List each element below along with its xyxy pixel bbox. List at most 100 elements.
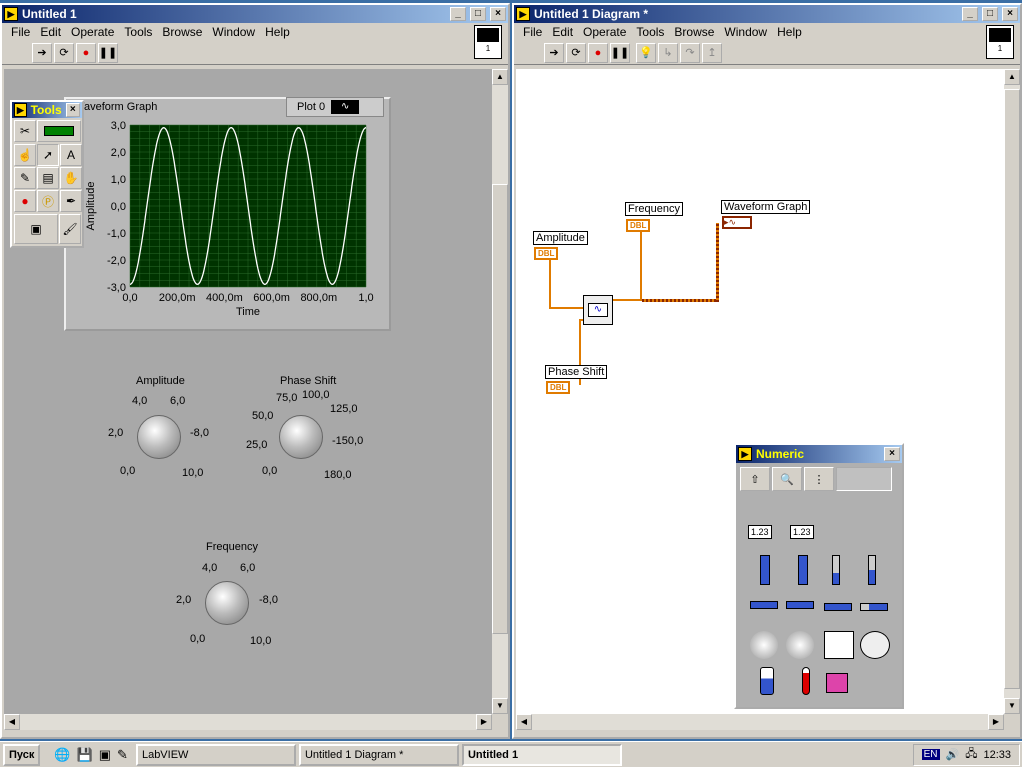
numeric-indicator-icon[interactable]: 1.23 [790, 525, 814, 539]
vertical-slide-icon[interactable] [760, 555, 770, 585]
pause-icon[interactable]: ❚❚ [98, 42, 118, 63]
amplitude-dbl-terminal[interactable]: DBL [534, 247, 559, 260]
options-icon[interactable]: ⋮ [804, 467, 834, 491]
amplitude-knob[interactable] [137, 415, 181, 459]
scroll-down-button[interactable]: ▼ [1004, 698, 1020, 714]
scroll-right-button[interactable]: ▶ [988, 714, 1004, 730]
thermometer-icon[interactable] [802, 667, 810, 695]
scroll-thumb[interactable] [492, 184, 508, 634]
step-out-icon[interactable]: ↥ [702, 42, 722, 63]
menu-operate[interactable]: Operate [578, 25, 631, 39]
diagram-vscrollbar[interactable]: ▲ ▼ [1004, 69, 1020, 714]
auto-select-indicator-icon[interactable] [37, 120, 81, 142]
task-labview[interactable]: LabVIEW [135, 743, 296, 766]
amplitude-node-label[interactable]: Amplitude [533, 231, 588, 245]
horizontal-slide-icon[interactable] [750, 601, 778, 609]
object-popup-icon[interactable]: ▤ [37, 167, 59, 189]
waveform-graph[interactable]: Waveform Graph Plot 0 ∿ 3,0 2,0 1,0 0,0 -1,0… [64, 97, 391, 331]
menu-window[interactable]: Window [719, 25, 772, 39]
diagram-hscrollbar[interactable]: ◀ ▶ [516, 714, 1004, 730]
numeric-titlebar[interactable]: ▶ Numeric × [736, 445, 902, 463]
pause-icon[interactable]: ❚❚ [610, 42, 630, 63]
scroll-right-button[interactable]: ▶ [476, 714, 492, 730]
menu-help[interactable]: Help [260, 25, 295, 39]
vertical-fill-slide-icon[interactable] [832, 555, 840, 585]
tank-icon[interactable] [760, 667, 774, 695]
menu-edit[interactable]: Edit [547, 25, 578, 39]
get-color-icon[interactable]: ✒ [60, 190, 82, 212]
scroll-left-button[interactable]: ◀ [516, 714, 532, 730]
phase-shift-node-label[interactable]: Phase Shift [545, 365, 608, 379]
clock[interactable]: 12:33 [983, 749, 1011, 761]
quicklaunch-app-icon[interactable]: ▣ [99, 747, 111, 763]
minimize-button[interactable]: _ [962, 7, 978, 21]
search-icon[interactable]: 🔍 [772, 467, 802, 491]
vi-connector-icon[interactable]: 1 [986, 25, 1014, 59]
scroll-up-button[interactable]: ▲ [1004, 69, 1020, 85]
menu-file[interactable]: File [518, 25, 547, 39]
scroll-up-button[interactable]: ▲ [492, 69, 508, 85]
meter-icon[interactable] [824, 631, 854, 659]
tools-titlebar[interactable]: ▶ Tools × [12, 102, 82, 118]
close-button[interactable]: × [490, 7, 506, 21]
phase-shift-dbl-terminal[interactable]: DBL [546, 381, 571, 394]
knob-icon[interactable] [750, 631, 778, 659]
color-box-icon[interactable] [826, 673, 848, 693]
vi-connector-icon[interactable]: 1 [474, 25, 502, 59]
frequency-knob[interactable] [205, 581, 249, 625]
tray-network-icon[interactable]: 🖧 [965, 745, 977, 764]
probe-icon[interactable]: Ⓟ [37, 190, 59, 212]
label-text-icon[interactable]: A [60, 144, 82, 166]
numeric-close-button[interactable]: × [884, 447, 900, 461]
waveform-graph-terminal[interactable]: ▸∿ [722, 216, 752, 229]
front-hscrollbar[interactable]: ◀ ▶ [4, 714, 492, 730]
language-indicator[interactable]: EN [921, 749, 940, 760]
quicklaunch-ie-icon[interactable]: 🌐 [54, 747, 70, 763]
task-diagram[interactable]: Untitled 1 Diagram * [298, 743, 459, 766]
scroll-thumb[interactable] [1004, 89, 1020, 689]
menu-operate[interactable]: Operate [66, 25, 119, 39]
menu-browse[interactable]: Browse [157, 25, 207, 39]
breakpoint-icon[interactable]: ● [14, 190, 36, 212]
start-button[interactable]: Пуск [3, 743, 41, 766]
quicklaunch-save-icon[interactable]: 💾 [77, 747, 93, 763]
phase-shift-knob[interactable] [279, 415, 323, 459]
abort-icon[interactable]: ● [588, 42, 608, 63]
step-over-icon[interactable]: ↷ [680, 42, 700, 63]
connect-wire-icon[interactable]: ✎ [14, 167, 36, 189]
diagram-titlebar[interactable]: ▶ Untitled 1 Diagram * _ □ × [514, 5, 1020, 23]
automatic-tool-icon[interactable]: ✂ [14, 120, 36, 142]
color-swatch-icon[interactable]: ▣ [14, 214, 58, 244]
tray-volume-icon[interactable]: 🔊 [946, 748, 960, 761]
horizontal-progress-bar-icon[interactable] [860, 603, 888, 611]
tools-close-button[interactable]: × [65, 103, 80, 117]
run-continuously-icon[interactable]: ⟳ [54, 42, 74, 63]
close-button[interactable]: × [1002, 7, 1018, 21]
up-arrow-icon[interactable]: ⇧ [740, 467, 770, 491]
run-arrow-icon[interactable]: ➔ [32, 42, 52, 63]
abort-icon[interactable]: ● [76, 42, 96, 63]
vertical-progress-bar-icon[interactable] [868, 555, 876, 585]
menu-tools[interactable]: Tools [631, 25, 669, 39]
operate-hand-icon[interactable]: ☝ [14, 144, 36, 166]
dial-icon[interactable] [786, 631, 814, 659]
run-arrow-icon[interactable]: ➔ [544, 42, 564, 63]
frequency-dbl-terminal[interactable]: DBL [626, 219, 651, 232]
menu-window[interactable]: Window [207, 25, 260, 39]
maximize-button[interactable]: □ [470, 7, 486, 21]
front-vscrollbar[interactable]: ▲ ▼ [492, 69, 508, 714]
horizontal-fill-slide-icon[interactable] [824, 603, 852, 611]
waveform-graph-node-label[interactable]: Waveform Graph [721, 200, 811, 214]
menu-help[interactable]: Help [772, 25, 807, 39]
step-into-icon[interactable]: ↳ [658, 42, 678, 63]
frequency-node-label[interactable]: Frequency [625, 202, 683, 216]
horizontal-pointer-slide-icon[interactable] [786, 601, 814, 609]
position-arrow-icon[interactable]: ➚ [37, 144, 59, 166]
menu-tools[interactable]: Tools [119, 25, 157, 39]
run-continuously-icon[interactable]: ⟳ [566, 42, 586, 63]
sine-waveform-vi-node[interactable]: ∿ [583, 295, 613, 325]
numeric-control-icon[interactable]: 1.23 [748, 525, 772, 539]
menu-edit[interactable]: Edit [35, 25, 66, 39]
maximize-button[interactable]: □ [982, 7, 998, 21]
set-color-brush-icon[interactable]: 🖌 [59, 214, 81, 244]
